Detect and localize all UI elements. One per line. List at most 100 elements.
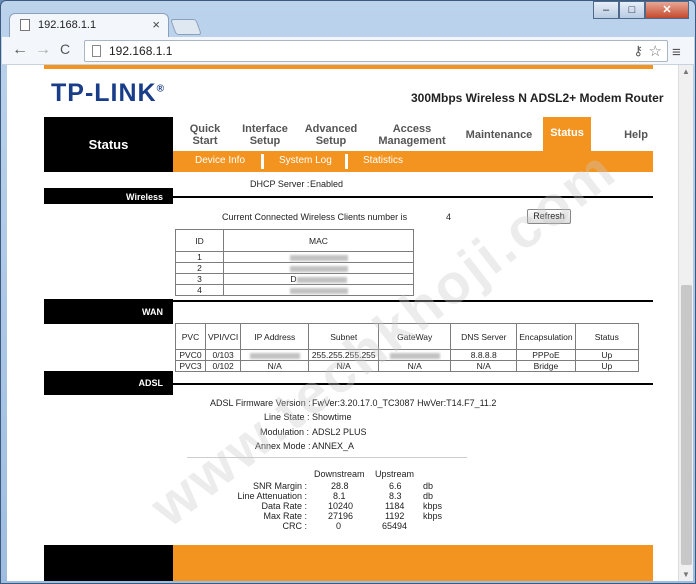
new-tab-button[interactable] <box>170 19 202 35</box>
section-label-wan: WAN <box>44 301 173 323</box>
table-row: PVC3 0/102 N/A N/A N/A N/A Bridge Up <box>175 360 640 372</box>
browser-tab[interactable]: 192.168.1.1 × <box>9 13 169 37</box>
stat-up: 65494 <box>382 521 408 531</box>
bookmark-star-icon[interactable]: ☆ <box>649 42 662 60</box>
page-icon <box>92 45 101 57</box>
stat-up: 8.3 <box>389 491 402 501</box>
nav-interface-setup[interactable]: Interface Setup <box>237 123 293 147</box>
nav-access-management[interactable]: Access Management <box>373 123 451 147</box>
forward-arrow-icon[interactable]: → <box>35 41 51 59</box>
current-section-title: Status <box>44 117 173 172</box>
page-viewport: TP-LINK® 300Mbps Wireless N ADSL2+ Modem… <box>7 65 678 581</box>
tab-close-icon[interactable]: × <box>152 17 160 32</box>
maximize-button[interactable]: □ <box>619 1 645 19</box>
table-cell: Up <box>574 349 640 361</box>
stat-label: CRC : <box>282 521 308 531</box>
table-cell: N/A <box>450 360 518 372</box>
stat-unit: db <box>423 481 434 491</box>
tab-title: 192.168.1.1 <box>38 19 97 31</box>
left-gap <box>44 324 173 371</box>
stat-down: 28.8 <box>331 481 349 491</box>
scroll-up-icon[interactable]: ▲ <box>682 67 690 76</box>
footer-left <box>44 545 173 581</box>
table-cell: Up <box>574 360 640 372</box>
table-row: 1 <box>175 251 414 263</box>
dhcp-label: DHCP Server : <box>250 179 310 189</box>
table-cell: PVC0 <box>175 349 206 361</box>
stat-down: 27196 <box>328 511 354 521</box>
wireless-clients-table: ID MAC 1 2 3D 4 <box>175 229 414 296</box>
table-cell <box>240 349 310 361</box>
wireless-clients-label: Current Connected Wireless Clients numbe… <box>222 212 408 222</box>
table-cell: Bridge <box>516 360 576 372</box>
table-header: DNS Server <box>450 323 518 350</box>
annex-value: ANNEX_A <box>312 441 355 451</box>
subnav-system-log[interactable]: System Log <box>279 155 332 166</box>
stat-down: 10240 <box>328 501 354 511</box>
nav-help[interactable]: Help <box>621 129 651 141</box>
modulation-value: ADSL2 PLUS <box>312 427 367 437</box>
table-cell: PPPoE <box>516 349 576 361</box>
stat-up: 6.6 <box>389 481 402 491</box>
table-header: PVC <box>175 323 206 350</box>
downstream-header: Downstream <box>314 469 365 479</box>
table-header: VPI/VCI <box>204 323 242 350</box>
subnav-divider <box>345 154 348 169</box>
nav-quick-start[interactable]: Quick Start <box>183 123 227 147</box>
back-arrow-icon[interactable]: ← <box>12 41 28 59</box>
nav-advanced-setup[interactable]: Advanced Setup <box>303 123 359 147</box>
table-header: Status <box>574 323 640 350</box>
client-id: 3 <box>175 273 224 285</box>
scrollbar-thumb[interactable] <box>681 285 692 565</box>
address-bar[interactable]: 192.168.1.1 ⚷ ☆ <box>84 40 668 62</box>
stat-down: 0 <box>336 521 342 531</box>
vertical-scrollbar[interactable]: ▲ ▼ <box>678 65 693 581</box>
subnav-statistics[interactable]: Statistics <box>363 155 403 166</box>
section-divider <box>173 383 653 385</box>
scroll-down-icon[interactable]: ▼ <box>682 570 690 579</box>
client-mac: D <box>223 273 414 285</box>
nav-maintenance[interactable]: Maintenance <box>461 129 537 141</box>
client-mac <box>223 251 414 263</box>
wireless-clients-count: 4 <box>446 212 452 222</box>
client-id: 4 <box>175 284 224 296</box>
stat-unit: db <box>423 491 434 501</box>
stat-unit: kbps <box>423 511 443 521</box>
left-gap <box>44 172 173 188</box>
left-gap <box>44 395 173 545</box>
reload-icon[interactable]: C <box>60 41 70 57</box>
subnav-divider <box>261 154 264 169</box>
client-id: 1 <box>175 251 224 263</box>
footer-bar <box>173 545 653 581</box>
address-text[interactable]: 192.168.1.1 <box>109 44 172 58</box>
client-id: 2 <box>175 262 224 274</box>
tp-link-logo: TP-LINK® <box>51 79 165 107</box>
table-header: ID <box>175 229 224 252</box>
stat-up: 1192 <box>385 511 405 521</box>
menu-icon[interactable]: ≡ <box>672 44 681 61</box>
table-row: 4 <box>175 284 414 296</box>
section-label-adsl: ADSL <box>44 372 173 395</box>
stat-down: 8.1 <box>333 491 346 501</box>
subnav-device-info[interactable]: Device Info <box>195 155 245 166</box>
table-cell: PVC3 <box>175 360 206 372</box>
minimize-button[interactable]: – <box>593 1 619 19</box>
top-stripe <box>44 65 653 69</box>
browser-toolbar: ← → C 192.168.1.1 ⚷ ☆ ≡ <box>2 37 694 65</box>
dhcp-value: Enabled <box>310 179 344 189</box>
close-window-button[interactable]: ✕ <box>645 1 689 19</box>
table-header: Encapsulation <box>516 323 576 350</box>
table-header: MAC <box>223 229 414 252</box>
key-icon[interactable]: ⚷ <box>633 43 643 59</box>
browser-window: – □ ✕ 192.168.1.1 × ← → C 192.168.1.1 ⚷ … <box>0 0 696 584</box>
left-gap <box>44 204 173 299</box>
table-cell: 8.8.8.8 <box>450 349 518 361</box>
table-row: 2 <box>175 262 414 274</box>
table-row: 3D <box>175 273 414 285</box>
stat-up: 1184 <box>385 501 405 511</box>
table-cell: 0/102 <box>204 360 242 372</box>
client-mac <box>223 262 414 274</box>
table-cell: 0/103 <box>204 349 242 361</box>
window-controls: – □ ✕ <box>593 1 689 19</box>
section-label-wireless: Wireless <box>44 190 173 204</box>
